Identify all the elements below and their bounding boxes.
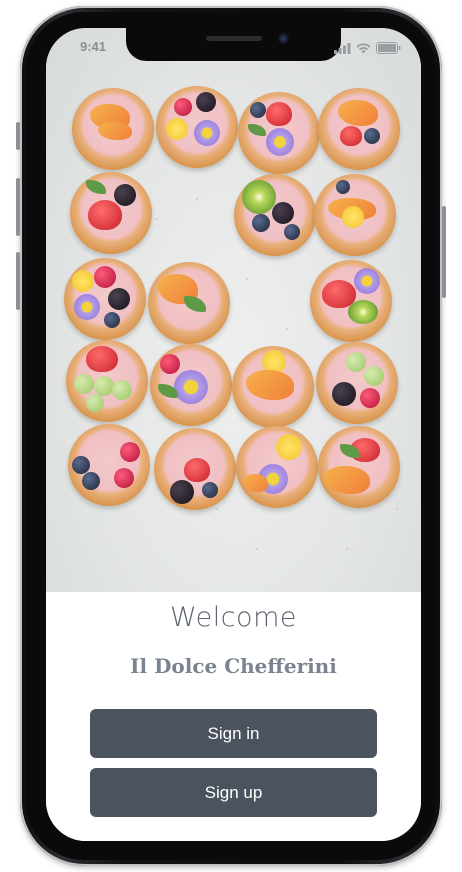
strawberry [88, 200, 122, 230]
strawberry [86, 346, 118, 372]
grape [86, 394, 104, 412]
mint-leaf [184, 296, 206, 312]
blueberry [364, 128, 380, 144]
blueberry [202, 482, 218, 498]
blueberry [336, 180, 350, 194]
grape [94, 376, 114, 396]
tart [236, 426, 318, 508]
purple-flower [174, 370, 208, 404]
yellow-flower [72, 270, 94, 292]
phone-silent-switch [16, 122, 20, 150]
blueberry [250, 102, 266, 118]
tart [150, 344, 232, 426]
mint-leaf [248, 124, 266, 136]
blueberry [284, 224, 300, 240]
purple-flower [266, 128, 294, 156]
peach-slice [98, 122, 132, 140]
tart [148, 262, 230, 344]
blackberry [170, 480, 194, 504]
status-bar: 9:41 [46, 28, 421, 72]
grape [346, 352, 366, 372]
peach-slice [324, 466, 370, 494]
blackberry [332, 382, 356, 406]
tart [68, 424, 150, 506]
blueberry [82, 472, 100, 490]
raspberry [360, 388, 380, 408]
grape [364, 366, 384, 386]
tart [154, 428, 236, 510]
kiwi-slice [242, 180, 276, 214]
blackberry [114, 184, 136, 206]
tart [238, 92, 320, 174]
yellow-flower [342, 206, 364, 228]
tart [314, 174, 396, 256]
sprinkle [396, 508, 398, 510]
peach-slice [246, 370, 294, 400]
tart [310, 260, 392, 342]
purple-flower [354, 268, 380, 294]
tart [66, 340, 148, 422]
cherry [174, 98, 192, 116]
blackberry [196, 92, 216, 112]
front-camera [278, 33, 289, 44]
raspberry [114, 468, 134, 488]
strawberry [266, 102, 292, 126]
mint-leaf [86, 180, 106, 194]
signal-icon [334, 42, 351, 54]
raspberry [160, 354, 180, 374]
grape [112, 380, 132, 400]
battery-icon [376, 42, 401, 54]
phone-notch [126, 28, 341, 61]
brand-name: Il Dolce Chefferini [130, 654, 337, 678]
tart [70, 172, 152, 254]
tart [318, 426, 400, 508]
tart [234, 174, 316, 256]
phone-volume-down-button [16, 252, 20, 310]
cherry [94, 266, 116, 288]
sprinkle [246, 278, 248, 280]
tart [316, 342, 398, 424]
welcome-panel: Welcome Il Dolce Chefferini Sign in Sign… [46, 592, 421, 841]
blueberry [72, 456, 90, 474]
kiwi-slice [348, 300, 378, 324]
peach-slice [244, 474, 268, 492]
grape [74, 374, 94, 394]
blackberry [108, 288, 130, 310]
raspberry [120, 442, 140, 462]
sprinkle [156, 218, 158, 220]
strawberry [184, 458, 210, 482]
yellow-flower [166, 118, 188, 140]
sprinkle [196, 198, 198, 200]
tart [318, 88, 400, 170]
sprinkle [216, 508, 218, 510]
tart [156, 86, 238, 168]
purple-flower [74, 294, 100, 320]
sprinkle [286, 328, 288, 330]
peach-slice [338, 100, 378, 126]
app-screen: 9:41 Welcome Il Dolce Chefferini Sign in… [46, 28, 421, 841]
sign-in-button[interactable]: Sign in [90, 709, 377, 758]
blueberry [104, 312, 120, 328]
wifi-icon [356, 43, 371, 53]
tart [72, 88, 154, 170]
blueberry [252, 214, 270, 232]
tart [64, 258, 146, 340]
status-icons [334, 42, 401, 54]
welcome-title: Welcome [169, 602, 297, 633]
tart [232, 346, 314, 428]
sprinkle [346, 548, 348, 550]
speaker-grille [206, 36, 262, 41]
strawberry [340, 126, 362, 146]
blackberry [272, 202, 294, 224]
hero-photo [46, 28, 421, 592]
yellow-flower [276, 434, 302, 460]
sprinkle [256, 548, 258, 550]
status-time: 9:41 [80, 39, 107, 54]
sign-up-button[interactable]: Sign up [90, 768, 377, 817]
phone-power-button [442, 206, 446, 298]
purple-flower [194, 120, 220, 146]
phone-volume-up-button [16, 178, 20, 236]
